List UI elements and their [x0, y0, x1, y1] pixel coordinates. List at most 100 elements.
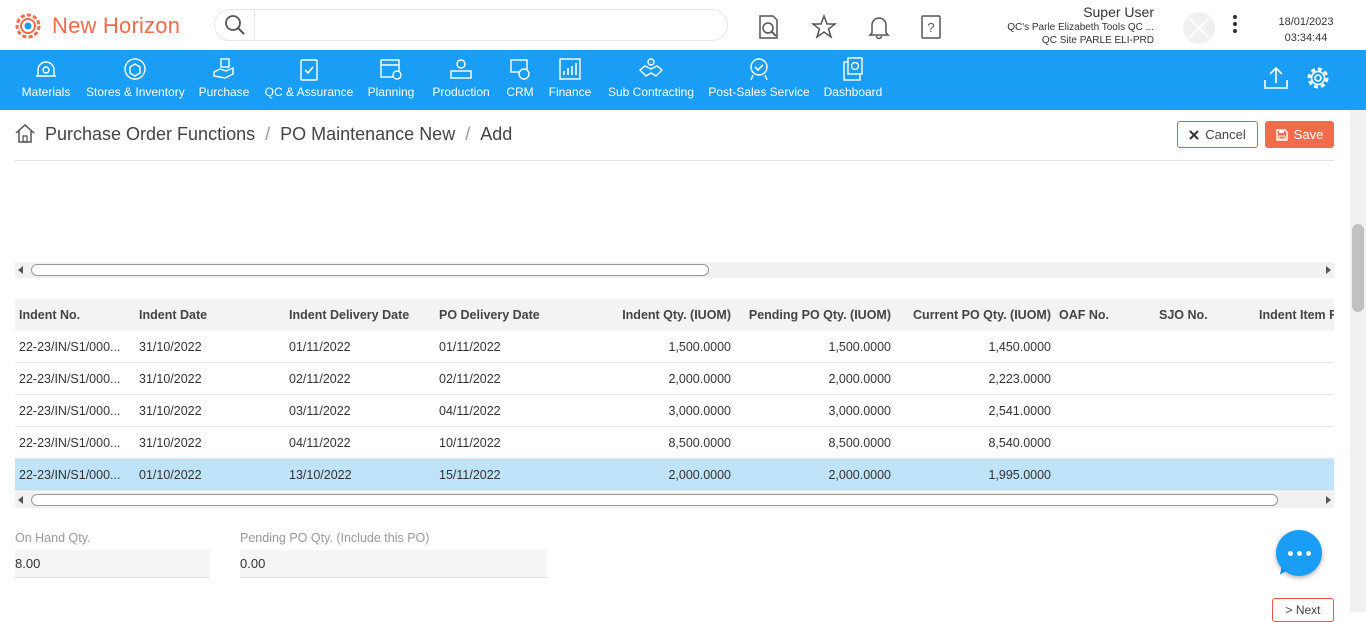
- nav-item-post-sales-service[interactable]: Post-Sales Service: [708, 56, 810, 99]
- indent-no-cell: 22-23/IN/S1/000...: [19, 436, 121, 450]
- document-search-button[interactable]: [756, 14, 782, 40]
- avatar-placeholder-icon: [1188, 17, 1210, 39]
- column-header[interactable]: Indent Qty. (IUOM): [581, 299, 731, 331]
- current-po-qty-cell[interactable]: 2,541.0000: [891, 395, 1051, 427]
- indent-no-cell: 22-23/IN/S1/000...: [19, 404, 121, 418]
- column-header[interactable]: OAF No.: [1059, 299, 1155, 331]
- app-name: New Horizon: [52, 13, 181, 38]
- crm-icon: [510, 59, 530, 80]
- column-header[interactable]: Indent Item R: [1259, 299, 1334, 331]
- po-delivery-date-cell[interactable]: 02/11/2022: [439, 363, 579, 395]
- scrollbar-thumb[interactable]: [31, 264, 709, 276]
- datetime: 18/01/2023 03:34:44: [1270, 14, 1342, 46]
- nav-item-crm[interactable]: CRM: [504, 56, 536, 99]
- table-row[interactable]: 22-23/IN/S1/000... 31/10/2022 01/11/2022…: [15, 331, 1334, 363]
- help-button[interactable]: ?: [918, 14, 944, 40]
- nav-item-qc-assurance[interactable]: QC & Assurance: [264, 56, 354, 99]
- nav-item-finance[interactable]: Finance: [548, 56, 592, 99]
- user-name: Super User: [1083, 4, 1154, 20]
- pending-po-qty-value: 0.00: [240, 550, 547, 578]
- close-icon: [1189, 129, 1199, 140]
- app-logo[interactable]: New Horizon: [12, 10, 180, 42]
- chat-dot-icon: [1305, 550, 1311, 556]
- favorites-button[interactable]: [811, 14, 837, 40]
- subcontracting-icon: [638, 58, 664, 77]
- more-menu-button[interactable]: [1228, 14, 1242, 34]
- po-delivery-date-cell[interactable]: 15/11/2022: [439, 459, 579, 491]
- indent-date-cell: 31/10/2022: [139, 340, 202, 354]
- indent-date-cell: 31/10/2022: [139, 436, 202, 450]
- column-header[interactable]: Indent Date: [139, 299, 279, 331]
- current-po-qty-cell[interactable]: 8,540.0000: [891, 427, 1051, 459]
- search-input[interactable]: [255, 11, 727, 39]
- nav-item-purchase[interactable]: Purchase: [198, 56, 250, 99]
- scroll-right-arrow-icon[interactable]: [1326, 266, 1331, 274]
- materials-icon: [36, 61, 56, 77]
- po-delivery-date-cell[interactable]: 01/11/2022: [439, 331, 579, 363]
- current-po-qty-cell[interactable]: 1,450.0000: [891, 331, 1051, 363]
- postsales-icon: [750, 58, 768, 81]
- column-header[interactable]: Current PO Qty. (IUOM): [891, 299, 1051, 331]
- home-icon[interactable]: [14, 122, 36, 144]
- breadcrumb-item-po-maintenance[interactable]: PO Maintenance New: [280, 124, 455, 145]
- current-po-qty-cell[interactable]: 2,223.0000: [891, 363, 1051, 395]
- table-row[interactable]: 22-23/IN/S1/000... 31/10/2022 02/11/2022…: [15, 363, 1334, 395]
- search-button[interactable]: [215, 10, 255, 40]
- kebab-menu-icon: [1233, 15, 1237, 33]
- scroll-left-arrow-icon[interactable]: [18, 266, 23, 274]
- table-row-selected[interactable]: 22-23/IN/S1/000... 01/10/2022 13/10/2022…: [15, 459, 1334, 491]
- table-horizontal-scrollbar[interactable]: [15, 492, 1334, 508]
- indent-qty-cell: 2,000.0000: [668, 372, 731, 386]
- po-delivery-date-cell[interactable]: 10/11/2022: [439, 427, 579, 459]
- dashboard-icon: [843, 57, 863, 81]
- column-header[interactable]: Indent Delivery Date: [289, 299, 429, 331]
- save-button[interactable]: Save: [1265, 121, 1334, 148]
- indent-delivery-date-cell: 01/11/2022: [289, 340, 351, 354]
- avatar[interactable]: [1183, 12, 1215, 44]
- indent-no-cell: 22-23/IN/S1/000...: [19, 340, 121, 354]
- settings-button[interactable]: [1304, 64, 1332, 92]
- current-po-qty-cell[interactable]: 1,995.0000: [891, 459, 1051, 491]
- user-info: Super User QC's Parle Elizabeth Tools QC…: [1007, 4, 1154, 46]
- upload-button[interactable]: [1262, 64, 1290, 92]
- column-header[interactable]: Pending PO Qty. (IUOM): [731, 299, 891, 331]
- nav-item-materials[interactable]: Materials: [20, 56, 72, 99]
- notifications-button[interactable]: [866, 14, 892, 40]
- nav-item-stores-inventory[interactable]: Stores & Inventory: [86, 56, 185, 99]
- po-delivery-date-cell[interactable]: 04/11/2022: [439, 395, 579, 427]
- cancel-button[interactable]: Cancel: [1177, 121, 1258, 148]
- table-row[interactable]: 22-23/IN/S1/000... 31/10/2022 04/11/2022…: [15, 427, 1334, 459]
- indent-items-table: Indent No. Indent Date Indent Delivery D…: [15, 299, 1334, 493]
- indent-qty-cell: 1,500.0000: [668, 340, 731, 354]
- table-row[interactable]: 22-23/IN/S1/000... 31/10/2022 03/11/2022…: [15, 395, 1334, 427]
- breadcrumb-item-purchase-order-functions[interactable]: Purchase Order Functions: [45, 124, 255, 145]
- breadcrumb-bar: Purchase Order Functions / PO Maintenanc…: [0, 110, 1366, 160]
- page-vertical-scrollbar[interactable]: [1350, 110, 1366, 612]
- vertical-scrollbar-thumb[interactable]: [1352, 224, 1364, 312]
- cancel-label: Cancel: [1205, 127, 1246, 142]
- upper-horizontal-scrollbar[interactable]: [15, 262, 1334, 278]
- pending-po-qty-cell: 3,000.0000: [828, 404, 891, 418]
- scroll-right-arrow-icon[interactable]: [1326, 496, 1331, 504]
- next-button[interactable]: > Next: [1272, 598, 1334, 622]
- column-header[interactable]: SJO No.: [1159, 299, 1255, 331]
- column-header[interactable]: PO Delivery Date: [439, 299, 579, 331]
- user-organization: QC's Parle Elizabeth Tools QC ...: [1007, 22, 1154, 33]
- on-hand-qty-value: 8.00: [15, 550, 210, 578]
- search-bar[interactable]: [214, 9, 728, 41]
- nav-item-planning[interactable]: Planning: [366, 56, 416, 99]
- chat-button[interactable]: [1276, 530, 1322, 576]
- upload-icon: [1264, 66, 1288, 89]
- column-header[interactable]: Indent No.: [19, 299, 135, 331]
- svg-text:?: ?: [927, 20, 934, 35]
- scroll-left-arrow-icon[interactable]: [18, 496, 23, 504]
- nav-item-dashboard[interactable]: Dashboard: [822, 56, 884, 99]
- search-icon: [224, 15, 245, 35]
- indent-no-cell: 22-23/IN/S1/000...: [19, 372, 121, 386]
- scrollbar-thumb[interactable]: [31, 494, 1278, 506]
- chat-dot-icon: [1287, 550, 1293, 556]
- nav-item-sub-contracting[interactable]: Sub Contracting: [606, 56, 696, 99]
- breadcrumb: Purchase Order Functions / PO Maintenanc…: [45, 124, 512, 145]
- pending-po-qty-cell: 2,000.0000: [828, 468, 891, 482]
- nav-item-production[interactable]: Production: [430, 56, 492, 99]
